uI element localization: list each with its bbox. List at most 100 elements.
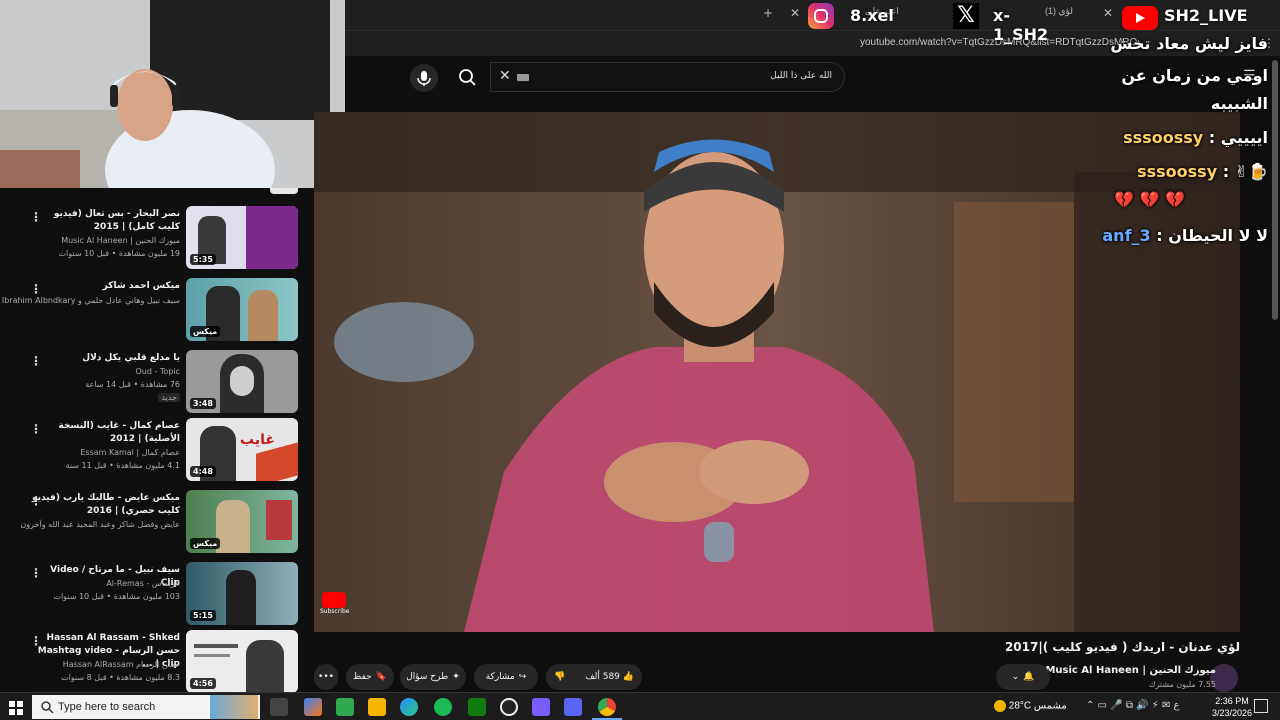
mix-badge: ميكس <box>190 326 221 337</box>
more-options-icon[interactable]: ⋮ <box>30 210 42 224</box>
list-item[interactable]: ميكس ميكس عايض - طالبك يارب (فيديو كليب … <box>0 490 310 556</box>
video-thumbnail[interactable]: ميكس <box>186 490 298 553</box>
video-thumbnail[interactable]: 5:35 <box>186 206 298 269</box>
x-logo-icon: 𝕏 <box>953 3 979 29</box>
video-title[interactable]: نصر البحار - بس تعال (فيديو كليب كامل) |… <box>30 208 180 234</box>
more-options-icon[interactable]: ⋮ <box>30 634 42 648</box>
more-options-icon[interactable]: ⋮ <box>30 566 42 580</box>
new-badge: جديد <box>158 393 180 402</box>
list-item[interactable]: 3:48 يا مدلع قلبي يكل دلال Oud - Topic 7… <box>0 350 310 416</box>
dislike-button[interactable]: 👎 <box>554 672 565 682</box>
video-title[interactable]: ميكس عايض - طالبك يارب (فيديو كليب حصري)… <box>30 492 180 518</box>
tray-icons[interactable]: ⌃ ▭ 🎤 ⧉ 🔊 ⚡ ✉ ع <box>1086 700 1180 711</box>
more-actions-button[interactable]: ••• <box>314 664 338 690</box>
search-query[interactable]: الله على ذا الليل <box>770 71 832 81</box>
share-icon: ↪ <box>518 672 527 682</box>
subscriber-count: 7.55 مليون مشترك <box>1148 680 1216 689</box>
video-title[interactable]: ميكس احمد شاكر <box>30 280 180 293</box>
video-channel[interactable]: عايض وفضل شاكر وعبد المجيد عبد الله وآخر… <box>20 520 180 529</box>
edge-icon[interactable] <box>400 698 418 716</box>
chrome-icon[interactable] <box>598 698 616 716</box>
video-player[interactable]: Subscribe <box>314 112 1240 632</box>
bookmark-icon: 🔖 <box>375 672 387 682</box>
youtube-tag: SH2_LIVE <box>1122 2 1262 30</box>
video-channel[interactable]: Oud - Topic <box>135 367 180 376</box>
instagram-icon <box>808 3 834 29</box>
list-item[interactable]: 4:56 Hassan Al Rassam - Shked حسن الرسام… <box>0 630 310 696</box>
more-options-icon[interactable]: ⋮ <box>30 354 42 368</box>
task-view-icon[interactable] <box>270 698 288 716</box>
windows-start-icon[interactable] <box>9 700 23 715</box>
video-thumbnail[interactable]: 4:56 <box>186 630 298 693</box>
sun-icon <box>994 700 1006 712</box>
chat-username: sssoossy <box>1123 128 1204 147</box>
video-thumbnail[interactable]: غايب 4:48 <box>186 418 298 481</box>
sparkle-icon: ✦ <box>452 672 460 682</box>
video-duration: 5:15 <box>190 610 216 621</box>
video-title[interactable]: يا مدلع قلبي يكل دلال <box>30 352 180 365</box>
search-button[interactable] <box>450 62 486 92</box>
video-duration: 4:56 <box>190 678 216 689</box>
discord-icon[interactable] <box>564 698 582 716</box>
search-icon <box>41 701 54 714</box>
video-title: لؤي عدنان - اريدك ( فيديو كليب )|2017 <box>1004 640 1240 654</box>
chat-message: 💔 💔 💔 <box>1114 190 1185 209</box>
system-clock[interactable]: 2:36 PM 3/23/2026 <box>1212 695 1252 719</box>
more-options-icon[interactable]: ⋮ <box>30 422 42 436</box>
save-button[interactable]: 🔖 حفظ <box>346 664 394 690</box>
video-thumbnail[interactable]: 3:48 <box>186 350 298 413</box>
video-thumbnail[interactable]: ميكس <box>186 278 298 341</box>
clear-search-icon[interactable]: ✕ <box>499 68 511 84</box>
notification-center-icon[interactable] <box>1254 699 1268 713</box>
share-button[interactable]: ↪ مشاركة <box>474 664 538 690</box>
page-scrollbar[interactable] <box>1272 60 1278 320</box>
channel-name[interactable]: ميوزك الحنين | Music Al Haneen <box>1045 665 1216 676</box>
video-title[interactable]: عصام كمال - غايب (النسخة الأصلية) | 2012 <box>30 420 180 446</box>
subscribe-watermark[interactable]: Subscribe <box>320 592 352 620</box>
obs-icon[interactable] <box>500 698 518 716</box>
play-store-icon[interactable] <box>336 698 354 716</box>
like-button[interactable]: 👍 589 ألف <box>585 672 634 682</box>
streaming-app-icon[interactable] <box>532 698 550 716</box>
voice-search-icon[interactable] <box>410 64 438 92</box>
webcam-image <box>0 0 345 188</box>
video-thumbnail[interactable]: 5:15 <box>186 562 298 625</box>
video-frame <box>314 112 1240 632</box>
list-item[interactable]: 5:15 سيف نبيل - ما مرتاح / Video Clip ال… <box>0 562 310 628</box>
related-videos-sidebar: 5:35 نصر البحار - بس تعال (فيديو كليب كا… <box>0 188 310 693</box>
video-channel[interactable]: الريماس - Al-Remas <box>106 579 180 588</box>
video-duration: 3:48 <box>190 398 216 409</box>
search-highlight-image <box>210 695 258 719</box>
list-item[interactable]: 5:35 نصر البحار - بس تعال (فيديو كليب كا… <box>0 206 310 272</box>
tab-close-icon[interactable]: ✕ <box>790 6 800 20</box>
sidebar-scroll-chip <box>270 188 298 194</box>
copilot-icon[interactable] <box>304 698 322 716</box>
search-input[interactable]: ✕ الله على ذا الليل <box>490 62 845 92</box>
ask-button[interactable]: ✦ طرح سؤال <box>400 664 466 690</box>
x-tag: 𝕏 x-1_SH2 <box>953 2 1063 44</box>
video-channel[interactable]: عصام كمال | Essam Kamal <box>80 448 180 457</box>
more-options-icon[interactable]: ⋮ <box>30 494 42 508</box>
video-meta: 8.3 مليون مشاهدة • قبل 8 سنوات <box>61 673 180 682</box>
chat-text: لا لا الحيطان <box>1168 226 1268 245</box>
video-channel[interactable]: ميوزك الحنين | Music Al Haneen <box>61 236 180 245</box>
chevron-down-icon: ⌄ <box>1011 672 1020 682</box>
new-tab-icon[interactable]: + <box>763 6 773 20</box>
list-item[interactable]: غايب 4:48 عصام كمال - غايب (النسخة الأصل… <box>0 418 310 484</box>
video-channel[interactable]: سيف نبيل وهاني عادل حلمي و Ibrahim Albnd… <box>0 296 180 305</box>
more-options-icon[interactable]: ⋮ <box>30 282 42 296</box>
video-channel[interactable]: حسن الرسام Hassan AlRassam <box>63 660 180 669</box>
webcam-feed <box>0 0 345 188</box>
video-meta: 103 مليون مشاهدة • قبل 10 سنوات <box>53 592 180 601</box>
keyboard-icon[interactable] <box>517 74 529 81</box>
spotify-icon[interactable] <box>434 698 452 716</box>
tab-close-icon[interactable]: ✕ <box>1103 6 1113 20</box>
search-placeholder: Type here to search <box>58 701 156 713</box>
taskbar-search-input[interactable]: Type here to search <box>32 695 260 719</box>
file-explorer-icon[interactable] <box>368 698 386 716</box>
notifications-button[interactable]: 🔔 ⌄ <box>996 664 1050 690</box>
desktop: اعثر على ✕ + (1) لؤي ✕ youtube.com/watch… <box>0 0 1280 720</box>
list-item[interactable]: ميكس ميكس احمد شاكر سيف نبيل وهاني عادل … <box>0 278 310 344</box>
xbox-icon[interactable] <box>468 698 486 716</box>
weather-widget[interactable]: 28°C مشمس <box>994 700 1067 712</box>
